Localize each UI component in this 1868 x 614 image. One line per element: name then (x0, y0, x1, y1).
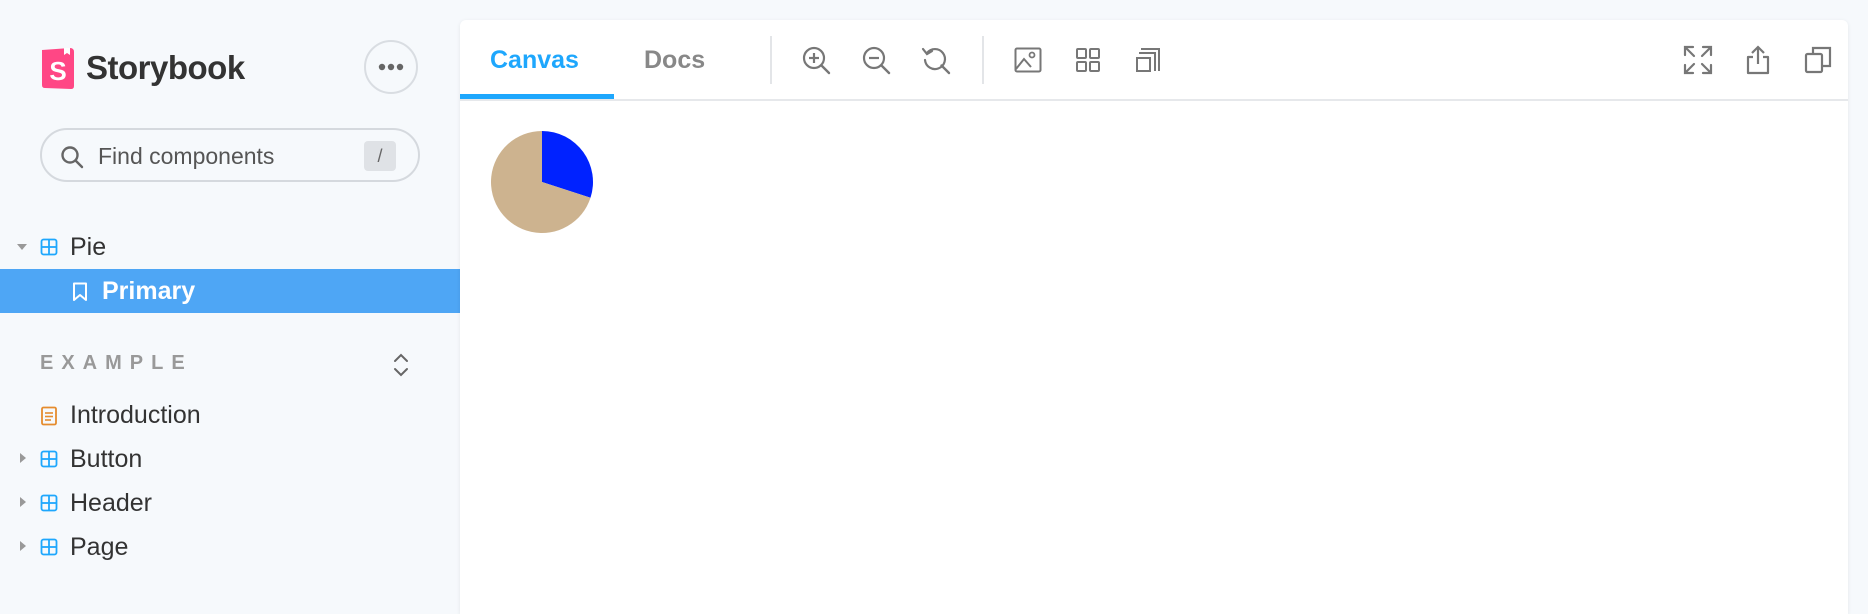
tree-item-label: Introduction (70, 401, 201, 429)
brand[interactable]: S Storybook (40, 46, 245, 90)
menu-button[interactable] (364, 40, 418, 94)
zoom-in-button[interactable] (800, 44, 832, 76)
component-icon (40, 494, 58, 512)
tab-canvas[interactable]: Canvas (490, 46, 579, 75)
fullscreen-button[interactable] (1682, 44, 1714, 76)
zoom-in-icon (802, 46, 831, 75)
image-icon (1014, 47, 1042, 73)
grid-button[interactable] (1072, 44, 1104, 76)
background-button[interactable] (1012, 44, 1044, 76)
section-title: EXAMPLE (40, 352, 193, 374)
chevron-right-icon (20, 541, 26, 551)
component-icon (40, 538, 58, 556)
zoom-out-icon (862, 46, 891, 75)
zoom-out-button[interactable] (860, 44, 892, 76)
toolbar-divider (982, 36, 984, 84)
component-icon (40, 238, 58, 256)
tree-item-label: Primary (102, 277, 196, 305)
chevron-right-icon (20, 453, 26, 463)
grid-icon (1076, 48, 1100, 72)
document-icon (41, 406, 57, 426)
search-placeholder: Find components (98, 143, 275, 169)
storybook-logo-icon: S (42, 48, 74, 89)
chevron-right-icon (20, 497, 26, 507)
outline-button[interactable] (1132, 44, 1164, 76)
bookmark-icon (73, 282, 87, 301)
outline-icon (1136, 48, 1160, 72)
preview-panel: Canvas Docs (460, 20, 1848, 614)
tree-item-primary[interactable]: Primary (0, 269, 460, 313)
tree-item-page[interactable]: Page (0, 525, 460, 569)
copy-link-button[interactable] (1802, 44, 1834, 76)
tab-docs[interactable]: Docs (644, 46, 705, 75)
tree-item-header[interactable]: Header (0, 481, 460, 525)
toolbar-divider (770, 36, 772, 84)
component-icon (40, 450, 58, 468)
sidebar: S Storybook Find components / Pie Primar… (0, 0, 460, 594)
fullscreen-icon (1683, 45, 1713, 75)
pie-chart (490, 130, 594, 239)
share-button[interactable] (1742, 44, 1774, 76)
toolbar: Canvas Docs (460, 20, 1848, 101)
more-icon (378, 63, 404, 71)
chevron-down-icon (17, 244, 27, 250)
active-tab-indicator (460, 94, 614, 99)
brand-name: Storybook (86, 49, 245, 86)
search-icon (61, 146, 84, 169)
copy-icon (1804, 46, 1832, 74)
zoom-reset-icon (921, 47, 951, 75)
search-shortcut-key: / (364, 141, 396, 171)
tree-item-introduction[interactable]: Introduction (0, 393, 460, 437)
tree-item-button[interactable]: Button (0, 437, 460, 481)
share-icon (1746, 45, 1770, 75)
tree-item-label: Page (70, 533, 129, 561)
zoom-reset-button[interactable] (920, 44, 952, 76)
tree-item-label: Button (70, 445, 143, 473)
tree-item-label: Header (70, 489, 152, 517)
svg-text:S: S (49, 56, 66, 86)
tree-item-pie[interactable]: Pie (0, 225, 460, 269)
search-input[interactable]: Find components / (40, 128, 420, 182)
collapse-expand-icon[interactable] (390, 352, 412, 378)
tree-item-label: Pie (70, 233, 107, 261)
